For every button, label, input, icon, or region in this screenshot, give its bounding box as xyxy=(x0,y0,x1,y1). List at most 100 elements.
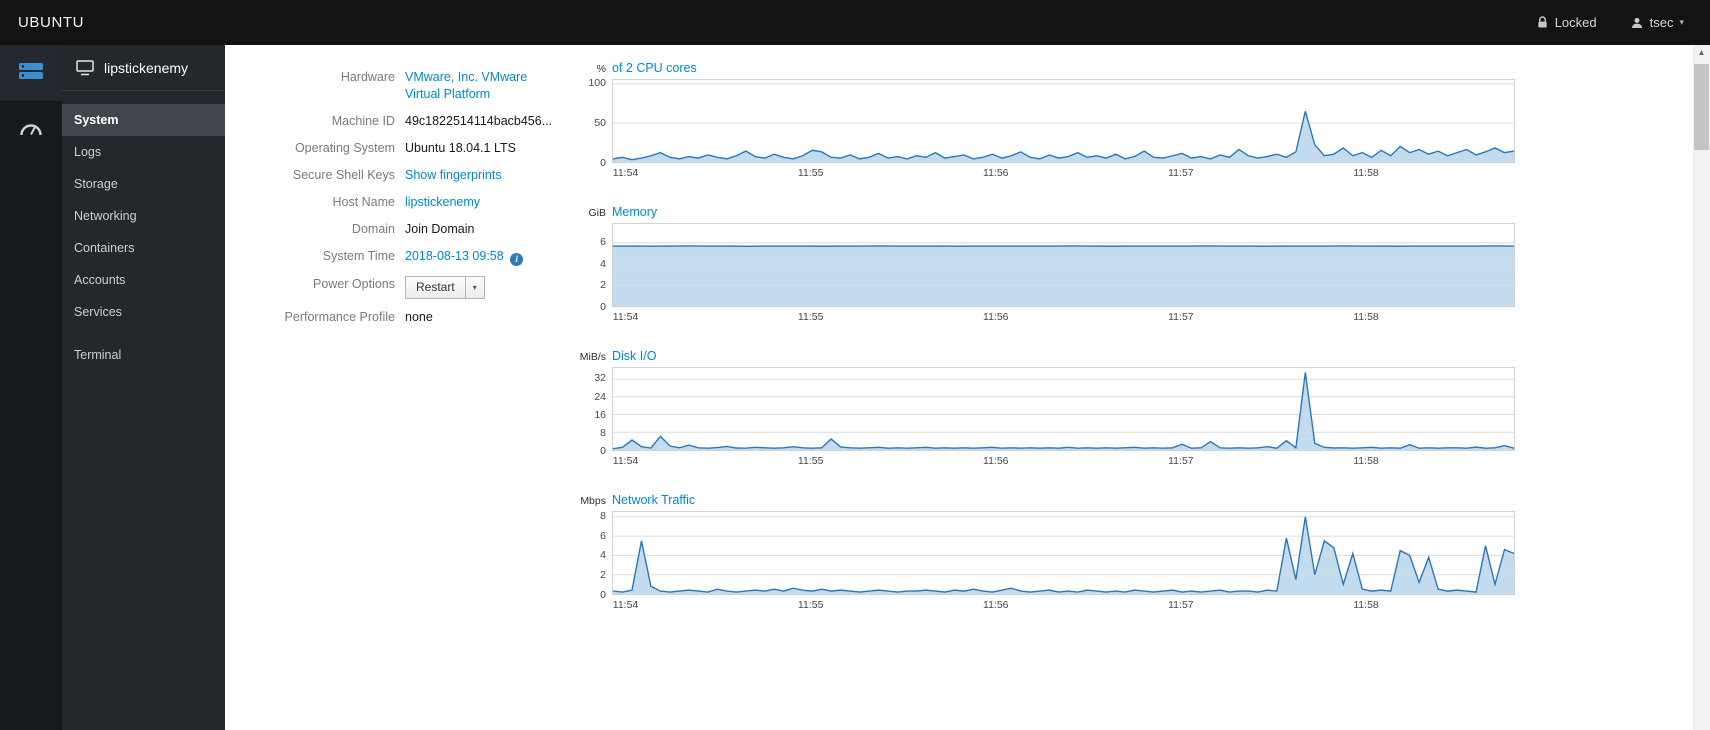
user-menu[interactable]: tsec ▾ xyxy=(1617,0,1692,45)
chart-plot-disk-io xyxy=(612,367,1515,451)
power-options-group: Restart ▾ xyxy=(405,276,485,299)
info-label-power-options: Power Options xyxy=(313,277,395,291)
y-tick-label: 0 xyxy=(600,301,606,313)
chart-memory: GiB Memory 0 2 4 6 11:54 11:55 11:56 11:57 11:58 xyxy=(572,205,1515,324)
x-tick-label: 11:57 xyxy=(1168,455,1194,467)
x-tick-label: 11:57 xyxy=(1168,167,1194,179)
server-icon xyxy=(18,60,44,87)
scroll-up-arrow[interactable]: ▲ xyxy=(1693,45,1710,61)
chart-header-cpu: % of 2 CPU cores xyxy=(572,61,1515,75)
sidebar-item-storage[interactable]: Storage xyxy=(62,168,225,200)
sidebar: lipstickenemy System Logs Storage Networkin… xyxy=(62,45,225,730)
top-bar: UBUNTU Locked tsec ▾ xyxy=(0,0,1710,45)
chart-network-traffic: Mbps Network Traffic 0 2 4 6 8 11:54 11:55 11:56 1… xyxy=(572,493,1515,612)
chart-unit-cpu: % xyxy=(596,63,606,75)
x-tick-label: 11:58 xyxy=(1353,167,1379,179)
main-content: Hardware VMware, Inc. VMware Virtual Plat… xyxy=(225,45,1693,730)
chart-title-memory[interactable]: Memory xyxy=(612,205,657,219)
chart-unit-disk-io: MiB/s xyxy=(579,351,606,363)
restart-dropdown-button[interactable]: ▾ xyxy=(465,276,485,299)
sidebar-item-accounts[interactable]: Accounts xyxy=(62,264,225,296)
chart-header-network-traffic: Mbps Network Traffic xyxy=(572,493,1515,507)
locked-label: Locked xyxy=(1554,15,1597,30)
x-tick-label: 11:54 xyxy=(612,455,639,467)
x-tick-label: 11:58 xyxy=(1353,599,1379,611)
brand-logo: UBUNTU xyxy=(18,14,85,31)
y-tick-label: 8 xyxy=(600,426,606,439)
sidebar-nav: System Logs Storage Networking Containers Acc… xyxy=(62,91,225,371)
host-header[interactable]: lipstickenemy xyxy=(62,45,225,91)
x-tick-label: 11:54 xyxy=(612,167,639,179)
chart-title-disk-io[interactable]: Disk I/O xyxy=(612,349,656,363)
info-row-machine-id: Machine ID 49c1822514114bacb456... xyxy=(225,113,572,130)
y-tick-label: 0 xyxy=(600,157,606,169)
info-link-secure-shell-keys[interactable]: Show fingerprints xyxy=(405,167,502,184)
host-icon xyxy=(76,60,94,76)
sidebar-item-terminal[interactable]: Terminal xyxy=(62,339,225,371)
x-tick-label: 11:58 xyxy=(1353,311,1379,323)
chart-header-disk-io: MiB/s Disk I/O xyxy=(572,349,1515,363)
info-row-host-name: Host Name lipstickenemy xyxy=(225,194,572,211)
info-link-system-time[interactable]: 2018-08-13 09:58 xyxy=(405,249,504,263)
sidebar-item-logs[interactable]: Logs xyxy=(62,136,225,168)
info-label-hardware: Hardware xyxy=(340,70,395,84)
info-value-machine-id: 49c1822514114bacb456... xyxy=(405,114,553,128)
sidebar-item-networking[interactable]: Networking xyxy=(62,200,225,232)
info-link-hardware[interactable]: VMware, Inc. VMware Virtual Platform xyxy=(405,69,557,103)
info-value-domain: Join Domain xyxy=(405,222,475,236)
info-label-domain: Domain xyxy=(351,222,395,236)
chevron-down-icon: ▾ xyxy=(1679,17,1684,27)
y-tick-label: 6 xyxy=(600,529,606,542)
y-tick-label: 4 xyxy=(600,257,606,270)
system-info: Hardware VMware, Inc. VMware Virtual Plat… xyxy=(225,45,572,730)
x-tick-label: 11:58 xyxy=(1353,455,1379,467)
user-icon xyxy=(1631,17,1643,29)
x-tick-label: 11:55 xyxy=(797,167,824,179)
user-name: tsec xyxy=(1649,15,1674,30)
scrollbar-thumb[interactable] xyxy=(1694,64,1709,150)
y-tick-label: 32 xyxy=(594,372,606,385)
x-tick-label: 11:56 xyxy=(983,167,1009,179)
x-tick-label: 11:57 xyxy=(1168,599,1194,611)
chart-unit-network-traffic: Mbps xyxy=(580,495,606,507)
info-link-host-name[interactable]: lipstickenemy xyxy=(405,194,480,211)
dashboard-button[interactable] xyxy=(0,101,62,157)
info-value-system-time: 2018-08-13 09:58 i xyxy=(405,248,524,266)
sidebar-item-services[interactable]: Services xyxy=(62,296,225,328)
y-tick-label: 2 xyxy=(600,279,606,292)
chart-plot-cpu xyxy=(612,79,1515,163)
y-tick-label: 0 xyxy=(600,589,606,601)
chart-disk-io: MiB/s Disk I/O 0 8 16 24 32 11:54 11:55 11:56 11:5… xyxy=(572,349,1515,468)
chart-header-memory: GiB Memory xyxy=(572,205,1515,219)
y-tick-label: 100 xyxy=(588,77,606,89)
chart-title-network-traffic[interactable]: Network Traffic xyxy=(612,493,695,507)
info-row-power-options: Power Options Restart ▾ xyxy=(225,276,572,299)
chevron-down-icon: ▾ xyxy=(472,282,477,292)
sidebar-item-system[interactable]: System xyxy=(62,104,225,136)
y-tick-label: 16 xyxy=(594,408,606,421)
restart-button[interactable]: Restart xyxy=(405,276,466,299)
gauge-icon xyxy=(19,117,43,142)
info-row-domain: Domain Join Domain xyxy=(225,221,572,238)
x-tick-label: 11:56 xyxy=(983,599,1009,611)
y-tick-label: 6 xyxy=(600,236,606,249)
x-tick-label: 11:55 xyxy=(797,455,824,467)
info-icon[interactable]: i xyxy=(510,253,524,266)
sidebar-item-containers[interactable]: Containers xyxy=(62,232,225,264)
chart-cpu: % of 2 CPU cores 0 50 100 11:54 11:55 11:56 11:5… xyxy=(572,61,1515,180)
scrollbar: ▲ xyxy=(1693,45,1710,730)
locked-indicator[interactable]: Locked xyxy=(1517,15,1617,30)
y-tick-label: 4 xyxy=(600,549,606,562)
x-tick-label: 11:57 xyxy=(1168,311,1194,323)
y-tick-label: 24 xyxy=(594,390,606,403)
host-icon-strip xyxy=(0,45,62,730)
chart-plot-network-traffic xyxy=(612,511,1515,595)
chart-plot-memory xyxy=(612,223,1515,307)
host-server-button[interactable] xyxy=(0,45,62,101)
x-tick-label: 11:55 xyxy=(797,599,824,611)
info-row-hardware: Hardware VMware, Inc. VMware Virtual Plat… xyxy=(225,69,572,103)
info-value-operating-system: Ubuntu 18.04.1 LTS xyxy=(405,141,516,155)
info-label-secure-shell-keys: Secure Shell Keys xyxy=(292,168,395,182)
y-tick-label: 0 xyxy=(600,445,606,457)
chart-title-cpu[interactable]: of 2 CPU cores xyxy=(612,61,697,75)
